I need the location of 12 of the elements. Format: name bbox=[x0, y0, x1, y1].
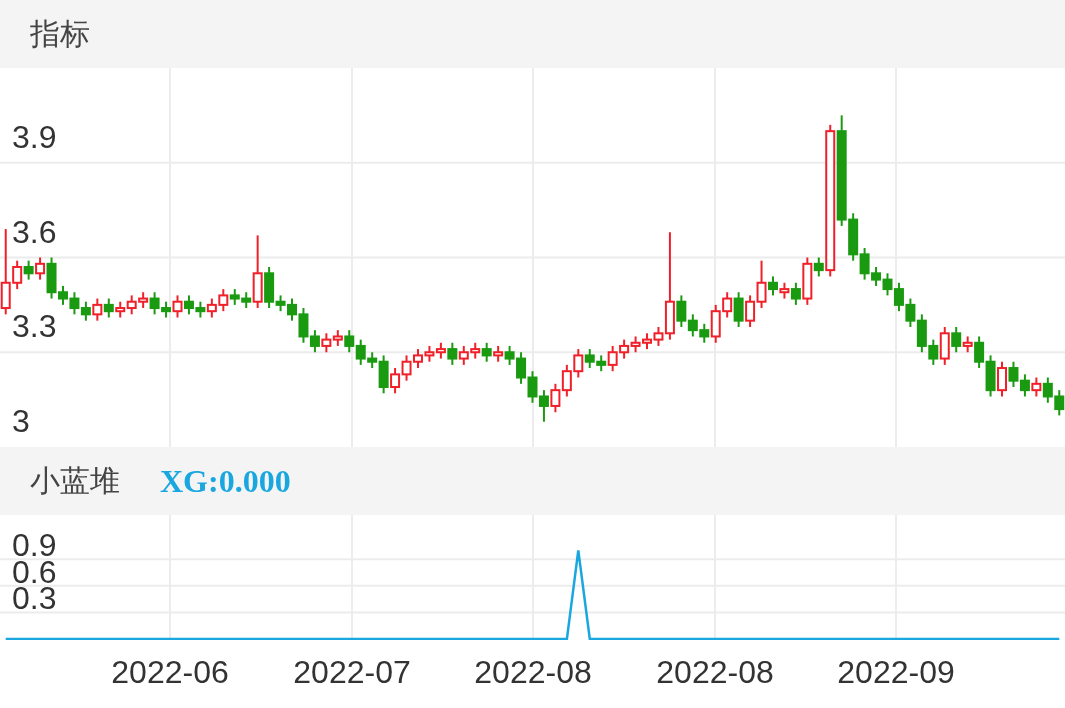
x-axis-label: 2022-08 bbox=[474, 654, 592, 691]
y-axis-label: 3.9 bbox=[12, 118, 57, 155]
y-axis-label: 3.3 bbox=[12, 308, 57, 345]
panel-title: 小蓝堆 bbox=[30, 461, 120, 500]
x-axis-label: 2022-06 bbox=[111, 654, 229, 691]
x-axis-label: 2022-08 bbox=[656, 654, 774, 691]
x-axis-label: 2022-09 bbox=[837, 654, 955, 691]
y-axis-label: 3 bbox=[12, 403, 30, 439]
panel-title: 指标 bbox=[30, 14, 90, 53]
x-axis-label: 2022-07 bbox=[293, 654, 411, 691]
y-axis-label: 3.6 bbox=[12, 213, 57, 250]
indicator-value: XG:0.000 bbox=[160, 462, 291, 500]
